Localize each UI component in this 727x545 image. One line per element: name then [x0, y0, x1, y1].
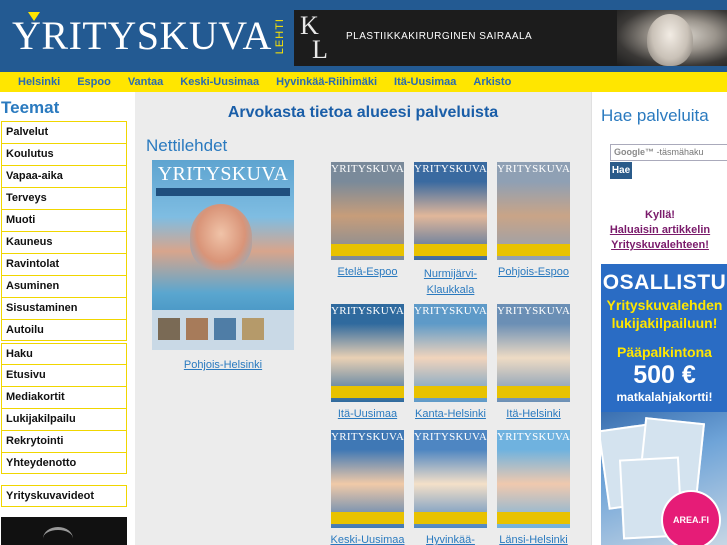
magazine-cover[interactable]: YRITYSKUVA	[414, 304, 487, 402]
sidebar-menu-item[interactable]: Rekrytointi	[1, 430, 127, 452]
sidebar-menu-item[interactable]: Palvelut	[1, 121, 127, 143]
search-button[interactable]: Hae	[610, 162, 632, 179]
theme-menu: Palvelut Koulutus Vapaa-aika Terveys Muoti Ka…	[1, 121, 127, 341]
ad-subline: Yrityskuvalehden lukijakilpailuun!	[606, 297, 723, 331]
ad-prize-desc: matkalahjakortti!	[616, 390, 713, 404]
site-menu: Etusivu Mediakortit Lukijakilpailu Rekrytoi…	[1, 364, 127, 474]
big-magazine-cover[interactable]: YRITYSKUVA	[152, 160, 294, 350]
cover-masthead: YRITYSKUVA	[331, 163, 404, 175]
article-promo[interactable]: Kyllä! Haluaisin artikkelin Yrityskuvale…	[592, 208, 727, 253]
sidebar-menu-item[interactable]: Vapaa-aika	[1, 165, 127, 187]
sidebar-menu-item[interactable]: Lukijakilpailu	[1, 408, 127, 430]
sidebar-menu-item[interactable]: Yrityskuvavideot	[1, 485, 127, 507]
main-content: Arvokasta tietoa alueesi palveluista Net…	[135, 92, 591, 545]
site-logo[interactable]: YRITYSKUVA LEHTI	[12, 12, 288, 58]
search-placeholder: -täsmähaku	[656, 147, 704, 157]
magazine-cover[interactable]: YRITYSKUVA	[497, 304, 570, 402]
magazine-cover[interactable]: YRITYSKUVA	[497, 430, 570, 528]
cover-masthead: YRITYSKUVA	[331, 431, 404, 443]
search-menu: Haku	[1, 343, 127, 365]
big-cover-link[interactable]: Pohjois-Helsinki	[152, 359, 294, 371]
search-input[interactable]: Google™ -täsmähaku	[610, 144, 727, 161]
banner-ad[interactable]: KL PLASTIIKKAKIRURGINEN SAIRAALA	[294, 10, 727, 66]
sidebar-menu-item[interactable]: Mediakortit	[1, 386, 127, 408]
search-heading: Hae palveluita	[601, 106, 709, 125]
area-fi-badge[interactable]: AREA.FI	[663, 492, 719, 545]
banner-text: PLASTIIKKAKIRURGINEN SAIRAALA	[346, 31, 533, 42]
nav-item[interactable]: Hyvinkää-Riihimäki	[276, 72, 377, 92]
nav-item[interactable]: Vantaa	[128, 72, 163, 92]
cover-link[interactable]: Keski-Uusimaa	[325, 534, 410, 545]
banner-portrait	[617, 10, 727, 66]
right-sidebar: Hae palveluita Google™ -täsmähaku Hae Ky…	[591, 92, 727, 545]
nav-item[interactable]: Arkisto	[473, 72, 511, 92]
sidebar-menu-item[interactable]: Etusivu	[1, 364, 127, 386]
cover-masthead: YRITYSKUVA	[414, 305, 487, 317]
cover-photo	[190, 204, 252, 270]
cover-masthead: YRITYSKUVA	[157, 163, 289, 185]
cover-link[interactable]: Hyvinkää-	[408, 534, 493, 545]
nav-item[interactable]: Keski-Uusimaa	[180, 72, 259, 92]
cover-link[interactable]: Itä-Uusimaa	[325, 408, 410, 420]
cover-link[interactable]: Nurmijärvi-Klaukkala	[408, 266, 493, 298]
sidebar-menu-item[interactable]: Sisustaminen	[1, 297, 127, 319]
cover-masthead: YRITYSKUVA	[497, 163, 570, 175]
site-header: YRITYSKUVA LEHTI KL PLASTIIKKAKIRURGINEN…	[0, 0, 727, 72]
sidebar-menu-item[interactable]: Yhteydenotto	[1, 452, 127, 474]
magazine-cover[interactable]: YRITYSKUVA	[331, 430, 404, 528]
cover-link[interactable]: Kanta-Helsinki	[408, 408, 493, 420]
sidebar-menu-item[interactable]: Muoti	[1, 209, 127, 231]
cover-masthead: YRITYSKUVA	[497, 431, 570, 443]
cover-masthead: YRITYSKUVA	[414, 163, 487, 175]
logo-wordmark: YRITYSKUVA	[12, 13, 272, 58]
google-brand: Google™	[614, 147, 654, 157]
sidebar-menu-item[interactable]: Koulutus	[1, 143, 127, 165]
video-menu: Yrityskuvavideot	[1, 485, 127, 507]
sidebar-menu-item[interactable]: Autoilu	[1, 319, 127, 341]
kl-logo-icon: KL	[300, 11, 328, 64]
sidebar-menu-item[interactable]: Asuminen	[1, 275, 127, 297]
page-title: Arvokasta tietoa alueesi palveluista	[227, 104, 499, 121]
cover-link[interactable]: Itä-Helsinki	[491, 408, 576, 420]
magazine-cover[interactable]: YRITYSKUVA	[414, 430, 487, 528]
sidebar-menu-item[interactable]: Ravintolat	[1, 253, 127, 275]
region-nav: Helsinki Espoo Vantaa Keski-Uusimaa Hyvinkää…	[0, 72, 727, 92]
promo-line-3[interactable]: Yrityskuvalehteen!	[592, 238, 727, 253]
nav-item[interactable]: Itä-Uusimaa	[394, 72, 456, 92]
magazine-cover[interactable]: YRITYSKUVA	[331, 162, 404, 260]
sidebar-image[interactable]	[1, 517, 127, 545]
logo-sub: LEHTI	[273, 17, 286, 55]
cover-masthead: YRITYSKUVA	[414, 431, 487, 443]
promo-line-2[interactable]: Haluaisin artikkelin	[592, 223, 727, 238]
ad-prize-amount: 500 €	[633, 361, 696, 389]
nav-item[interactable]: Helsinki	[18, 72, 60, 92]
cover-masthead: YRITYSKUVA	[497, 305, 570, 317]
section-heading: Nettilehdet	[146, 136, 228, 155]
sidebar-menu-item[interactable]: Terveys	[1, 187, 127, 209]
cover-link[interactable]: Etelä-Espoo	[325, 266, 410, 278]
cover-link[interactable]: Länsi-Helsinki	[491, 534, 576, 545]
ad-prize-label: Pääpalkintona	[617, 344, 712, 360]
nav-item[interactable]: Espoo	[77, 72, 111, 92]
cover-masthead: YRITYSKUVA	[331, 305, 404, 317]
sidebar-menu-item[interactable]: Haku	[1, 343, 127, 365]
left-sidebar: Teemat Palvelut Koulutus Vapaa-aika Terveys…	[0, 92, 135, 545]
magazine-cover[interactable]: YRITYSKUVA	[497, 162, 570, 260]
cover-link[interactable]: Pohjois-Espoo	[491, 266, 576, 278]
sidebar-heading: Teemat	[1, 98, 60, 117]
page: { "header": { "logo_text": "YRITYSKUVA",…	[0, 0, 727, 545]
logo-triangle-icon	[28, 12, 40, 21]
magazine-cover[interactable]: YRITYSKUVA	[414, 162, 487, 260]
magazine-cover[interactable]: YRITYSKUVA	[331, 304, 404, 402]
sidebar-menu-item[interactable]: Kauneus	[1, 231, 127, 253]
ad-headline: OSALLISTU	[602, 271, 727, 294]
promo-line-1: Kyllä!	[645, 209, 675, 221]
